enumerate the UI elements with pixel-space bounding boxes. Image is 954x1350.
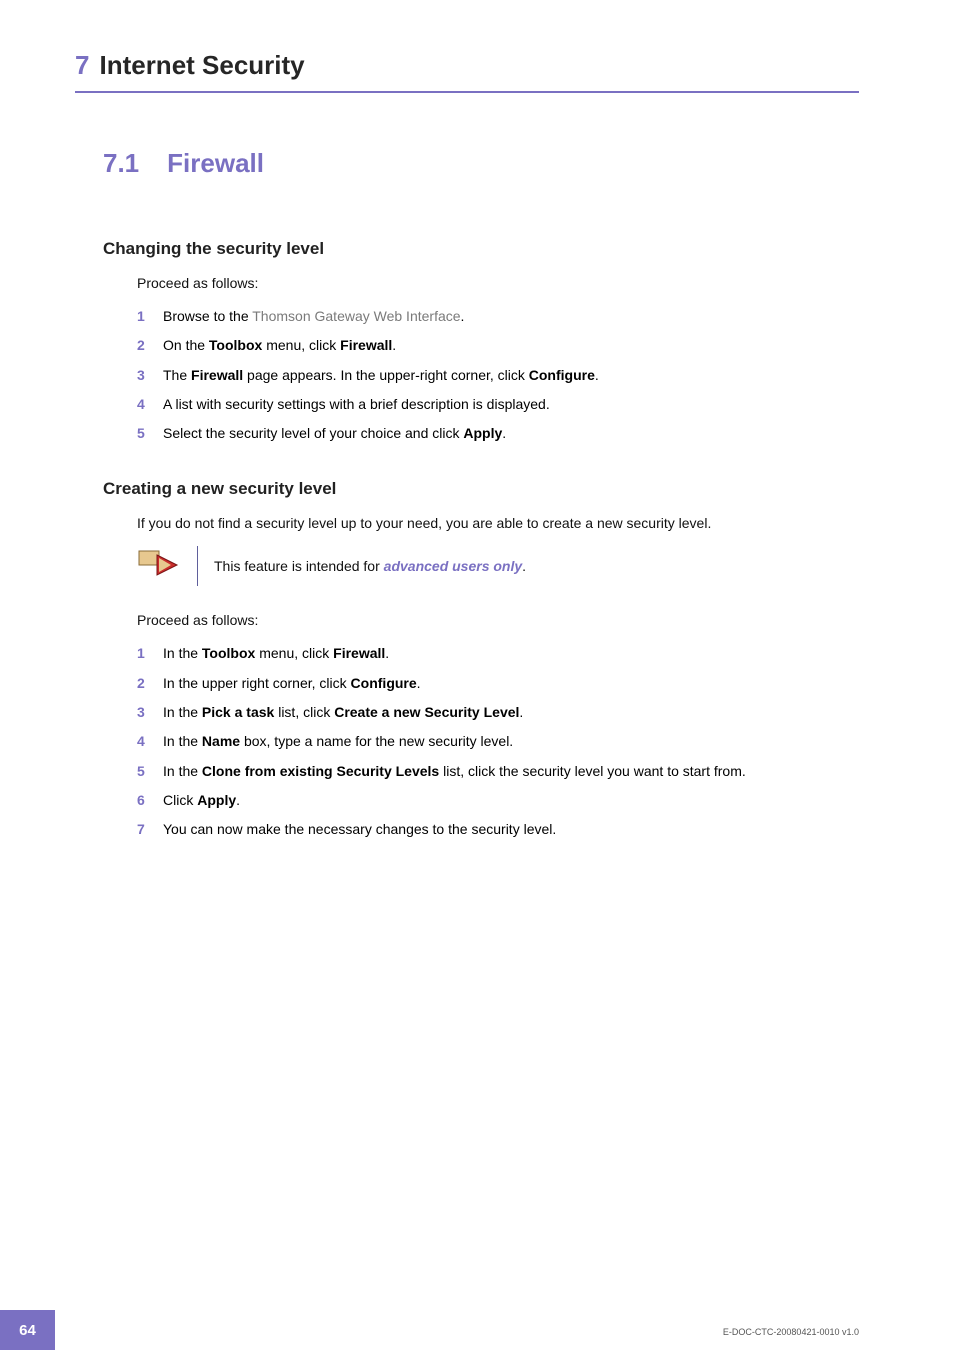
text-fragment: . bbox=[519, 704, 523, 720]
chapter-number: 7 bbox=[75, 50, 89, 81]
text-fragment: box, type a name for the new security le… bbox=[240, 733, 513, 749]
text-fragment: page appears. In the upper-right corner,… bbox=[243, 367, 529, 383]
emphasis-text: advanced users only bbox=[384, 558, 523, 574]
step-text: In the Name box, type a name for the new… bbox=[163, 731, 513, 751]
step-number: 7 bbox=[137, 819, 149, 839]
text-fragment: Click bbox=[163, 792, 197, 808]
step-text: The Firewall page appears. In the upper-… bbox=[163, 365, 599, 385]
bold-text: Pick a task bbox=[202, 704, 274, 720]
step-number: 5 bbox=[137, 761, 149, 781]
list-item: 6 Click Apply. bbox=[137, 790, 859, 810]
document-id: E-DOC-CTC-20080421-0010 v1.0 bbox=[723, 1327, 859, 1337]
step-number: 5 bbox=[137, 423, 149, 443]
note-box: This feature is intended for advanced us… bbox=[137, 546, 859, 586]
bold-text: Apply bbox=[197, 792, 236, 808]
list-item: 1 Browse to the Thomson Gateway Web Inte… bbox=[137, 306, 859, 326]
step-text: In the Clone from existing Security Leve… bbox=[163, 761, 746, 781]
ordered-list: 1 In the Toolbox menu, click Firewall. 2… bbox=[137, 643, 859, 839]
step-number: 4 bbox=[137, 731, 149, 751]
text-fragment: . bbox=[417, 675, 421, 691]
text-fragment: . bbox=[522, 558, 526, 574]
text-fragment: . bbox=[236, 792, 240, 808]
section-title: Firewall bbox=[167, 148, 264, 178]
page-number: 64 bbox=[0, 1310, 55, 1350]
note-divider bbox=[197, 546, 198, 586]
step-number: 6 bbox=[137, 790, 149, 810]
step-number: 1 bbox=[137, 306, 149, 326]
subsection-heading: Changing the security level bbox=[103, 239, 859, 259]
text-fragment: In the upper right corner, click bbox=[163, 675, 351, 691]
step-text: A list with security settings with a bri… bbox=[163, 394, 550, 414]
bold-text: Firewall bbox=[340, 337, 392, 353]
list-item: 3 The Firewall page appears. In the uppe… bbox=[137, 365, 859, 385]
step-number: 1 bbox=[137, 643, 149, 663]
list-item: 2 On the Toolbox menu, click Firewall. bbox=[137, 335, 859, 355]
text-fragment: . bbox=[385, 645, 389, 661]
step-text: On the Toolbox menu, click Firewall. bbox=[163, 335, 396, 355]
list-item: 5 In the Clone from existing Security Le… bbox=[137, 761, 859, 781]
section-header: 7.1 Firewall bbox=[103, 148, 859, 179]
step-text: Click Apply. bbox=[163, 790, 240, 810]
step-text: You can now make the necessary changes t… bbox=[163, 819, 556, 839]
body-text: Proceed as follows: bbox=[137, 273, 859, 294]
link-text[interactable]: Thomson Gateway Web Interface bbox=[252, 308, 460, 324]
step-text: In the Toolbox menu, click Firewall. bbox=[163, 643, 389, 663]
list-item: 1 In the Toolbox menu, click Firewall. bbox=[137, 643, 859, 663]
bold-text: Toolbox bbox=[209, 337, 262, 353]
bold-text: Firewall bbox=[191, 367, 243, 383]
text-fragment: The bbox=[163, 367, 191, 383]
step-text: Select the security level of your choice… bbox=[163, 423, 506, 443]
bold-text: Firewall bbox=[333, 645, 385, 661]
text-fragment: . bbox=[392, 337, 396, 353]
text-fragment: Browse to the bbox=[163, 308, 252, 324]
body-text: Proceed as follows: bbox=[137, 610, 859, 631]
step-text: In the Pick a task list, click Create a … bbox=[163, 702, 523, 722]
bold-text: Toolbox bbox=[202, 645, 255, 661]
text-fragment: In the bbox=[163, 733, 202, 749]
bold-text: Apply bbox=[463, 425, 502, 441]
section-number: 7.1 bbox=[103, 148, 139, 178]
bold-text: Create a new Security Level bbox=[334, 704, 519, 720]
text-fragment: list, click bbox=[274, 704, 334, 720]
list-item: 5 Select the security level of your choi… bbox=[137, 423, 859, 443]
bold-text: Configure bbox=[351, 675, 417, 691]
ordered-list: 1 Browse to the Thomson Gateway Web Inte… bbox=[137, 306, 859, 443]
step-number: 2 bbox=[137, 335, 149, 355]
text-fragment: . bbox=[461, 308, 465, 324]
body-text: If you do not find a security level up t… bbox=[137, 513, 859, 534]
step-number: 4 bbox=[137, 394, 149, 414]
text-fragment: Select the security level of your choice… bbox=[163, 425, 463, 441]
text-fragment: list, click the security level you want … bbox=[439, 763, 746, 779]
subsection-heading: Creating a new security level bbox=[103, 479, 859, 499]
text-fragment: In the bbox=[163, 645, 202, 661]
list-item: 4 A list with security settings with a b… bbox=[137, 394, 859, 414]
text-fragment: In the bbox=[163, 763, 202, 779]
text-fragment: . bbox=[595, 367, 599, 383]
note-text: This feature is intended for advanced us… bbox=[214, 556, 526, 577]
chapter-header: 7 Internet Security bbox=[75, 50, 859, 93]
step-number: 3 bbox=[137, 365, 149, 385]
bold-text: Configure bbox=[529, 367, 595, 383]
bold-text: Clone from existing Security Levels bbox=[202, 763, 439, 779]
text-fragment: This feature is intended for bbox=[214, 558, 384, 574]
text-fragment: In the bbox=[163, 704, 202, 720]
list-item: 3 In the Pick a task list, click Create … bbox=[137, 702, 859, 722]
step-number: 2 bbox=[137, 673, 149, 693]
text-fragment: On the bbox=[163, 337, 209, 353]
list-item: 2 In the upper right corner, click Confi… bbox=[137, 673, 859, 693]
text-fragment: menu, click bbox=[262, 337, 340, 353]
step-text: In the upper right corner, click Configu… bbox=[163, 673, 421, 693]
step-text: Browse to the Thomson Gateway Web Interf… bbox=[163, 306, 464, 326]
step-number: 3 bbox=[137, 702, 149, 722]
list-item: 4 In the Name box, type a name for the n… bbox=[137, 731, 859, 751]
text-fragment: menu, click bbox=[255, 645, 333, 661]
list-item: 7 You can now make the necessary changes… bbox=[137, 819, 859, 839]
bold-text: Name bbox=[202, 733, 240, 749]
text-fragment: . bbox=[502, 425, 506, 441]
chapter-title: Internet Security bbox=[99, 50, 304, 81]
hand-pointing-icon bbox=[137, 547, 181, 585]
